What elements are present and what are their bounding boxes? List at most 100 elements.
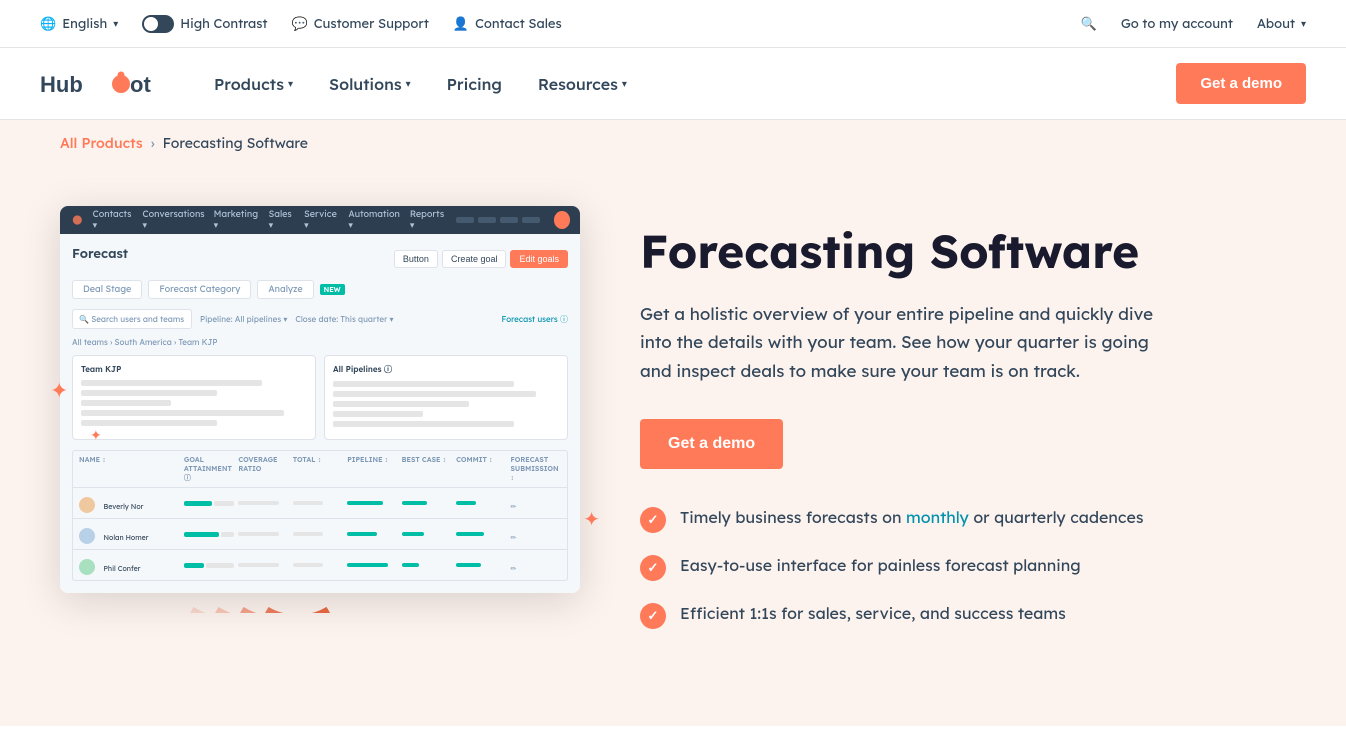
screenshot-pipelines-title: All Pipelines ⓘ (333, 364, 559, 375)
search-button[interactable]: 🔍 (1081, 16, 1097, 32)
breadcrumb-bar: All Products › Forecasting Software (0, 120, 1346, 166)
screenshot-nav-sales: Sales ▾ (269, 209, 296, 231)
screenshot-dot-3 (500, 217, 518, 223)
screenshot-nav-reports: Reports ▾ (410, 209, 448, 231)
screenshot-team-panel: Team KJP (72, 355, 316, 440)
screenshot-th-best-case: BEST CASE ↕ (402, 455, 452, 483)
screenshot-name-3: Phil Confer (103, 564, 140, 573)
screenshot-th-forecast: FORECAST SUBMISSION ↕ (511, 455, 561, 483)
screenshot-bar-2 (184, 532, 219, 537)
screenshot-placeholder-3 (81, 400, 171, 406)
chevron-down-icon: ▾ (113, 17, 118, 30)
nav-item-resources[interactable]: Resources ▾ (524, 66, 641, 102)
go-to-account-link[interactable]: Go to my account (1121, 16, 1233, 32)
feature-item-2: ✓ Easy-to-use interface for painless for… (640, 553, 1286, 581)
screenshot-pipelines-panel: All Pipelines ⓘ (324, 355, 568, 440)
feature-text-2: Easy-to-use interface for painless forec… (680, 553, 1081, 577)
customer-support-link[interactable]: 💬 Customer Support (292, 16, 429, 32)
screenshot-best-bar-2 (402, 532, 425, 536)
svg-text:ot: ot (130, 72, 151, 97)
screenshot-avatar-3 (79, 559, 95, 575)
screenshot-row2-goal (184, 532, 234, 537)
screenshot-row1-best (402, 501, 452, 505)
screenshot-row1-forecast: ✏ (511, 493, 561, 513)
toggle-knob (144, 17, 158, 31)
language-label: English (62, 16, 107, 32)
screenshot-row3-coverage (238, 563, 288, 567)
screenshot-commit-bar-1 (456, 501, 476, 505)
nav-item-products[interactable]: Products ▾ (200, 66, 307, 102)
language-selector[interactable]: 🌐 English ▾ (40, 16, 118, 32)
high-contrast-toggle[interactable]: High Contrast (142, 15, 267, 33)
screenshot-placeholder-6 (333, 381, 514, 387)
screenshot-tab-deal-stage: Deal Stage (72, 280, 142, 299)
breadcrumb-parent-link[interactable]: All Products (60, 134, 143, 152)
screenshot-dot-2 (478, 217, 496, 223)
get-demo-nav-button[interactable]: Get a demo (1176, 63, 1306, 104)
screenshot-edit-goals-btn: Edit goals (510, 250, 568, 268)
screenshot-best-bar-3 (402, 563, 420, 567)
screenshot-bar-gray-2 (221, 532, 234, 537)
screenshot-row2-forecast: ✏ (511, 524, 561, 544)
app-screenshot: Contacts ▾ Conversations ▾ Marketing ▾ S… (60, 206, 580, 593)
toggle-switch[interactable] (142, 15, 174, 33)
feature-item-3: ✓ Efficient 1:1s for sales, service, and… (640, 601, 1286, 629)
screenshot-row1-pipeline (347, 501, 397, 505)
breadcrumb-current: Forecasting Software (163, 134, 308, 152)
screenshot-best-bar-1 (402, 501, 427, 505)
nav-items: Products ▾ Solutions ▾ Pricing Resources… (200, 66, 641, 102)
chevron-down-icon: ▾ (622, 77, 627, 90)
table-row: Beverly Nor ✏ (72, 488, 568, 519)
screenshot-user-avatar (554, 211, 570, 229)
screenshot-tab-analyze: Analyze (257, 280, 313, 299)
screenshot-row1-commit (456, 501, 506, 505)
nav-item-solutions[interactable]: Solutions ▾ (315, 66, 425, 102)
screenshot-button-btn: Button (394, 250, 438, 268)
screenshot-tabs: Deal Stage Forecast Category Analyze NEW (72, 280, 568, 299)
screenshot-nav-marketing: Marketing ▾ (214, 209, 261, 231)
chevron-down-icon: ▾ (288, 77, 293, 90)
utility-bar: 🌐 English ▾ High Contrast 💬 Customer Sup… (0, 0, 1346, 48)
hubspot-logo[interactable]: Hub ot (40, 64, 160, 104)
customer-support-label: Customer Support (314, 16, 429, 32)
hero-screenshot-container: ✦ ✦ ✦ Contacts ▾ Conversations ▾ Marketi… (60, 206, 580, 593)
monthly-link[interactable]: monthly (906, 507, 969, 527)
screenshot-row3-total (293, 563, 343, 567)
screenshot-forecast-title: Forecast (72, 246, 128, 262)
diamond-sparkle-icon: ✦ (583, 506, 600, 531)
nav-item-pricing[interactable]: Pricing (433, 66, 516, 102)
screenshot-row2-coverage (238, 532, 288, 536)
about-label: About (1257, 16, 1295, 32)
screenshot-row1-name: Beverly Nor (79, 493, 180, 513)
screenshot-placeholder-9 (333, 411, 423, 417)
screenshot-th-commit: COMMIT ↕ (456, 455, 506, 483)
screenshot-row2-pipeline (347, 532, 397, 536)
sparkle-icon-2: ✦ (90, 426, 102, 444)
hero-cta-button[interactable]: Get a demo (640, 419, 783, 469)
screenshot-placeholder-4 (81, 410, 284, 416)
feature-check-3: ✓ (640, 603, 666, 629)
about-menu[interactable]: About ▾ (1257, 16, 1306, 32)
logo-svg: Hub ot (40, 64, 160, 104)
screenshot-inner-breadcrumb: All teams › South America › Team KJP (72, 337, 568, 347)
screenshot-row3-pipeline (347, 563, 397, 567)
screenshot-nav-conversations: Conversations ▾ (143, 209, 206, 231)
chat-icon: 💬 (292, 16, 308, 32)
screenshot-pipeline-bar-1 (347, 501, 382, 505)
screenshot-name-1: Beverly Nor (103, 502, 143, 511)
screenshot-dot-4 (522, 217, 540, 223)
pricing-label: Pricing (447, 74, 502, 94)
feature-text-3: Efficient 1:1s for sales, service, and s… (680, 601, 1066, 625)
screenshot-row3-commit (456, 563, 506, 567)
screenshot-nav-automation: Automation ▾ (348, 209, 401, 231)
screenshot-nav-bar: Contacts ▾ Conversations ▾ Marketing ▾ S… (60, 206, 580, 234)
feature-check-1: ✓ (640, 507, 666, 533)
screenshot-new-badge: NEW (320, 284, 345, 295)
hero-content: Forecasting Software Get a holistic over… (640, 206, 1286, 629)
main-nav: Hub ot Products ▾ Solutions ▾ Pricing Re… (0, 48, 1346, 120)
utility-bar-left: 🌐 English ▾ High Contrast 💬 Customer Sup… (40, 15, 562, 33)
contact-sales-link[interactable]: 👤 Contact Sales (453, 16, 562, 32)
search-icon: 🔍 (1081, 16, 1097, 32)
screenshot-dots (456, 217, 540, 223)
chevron-down-icon: ▾ (1301, 17, 1306, 30)
